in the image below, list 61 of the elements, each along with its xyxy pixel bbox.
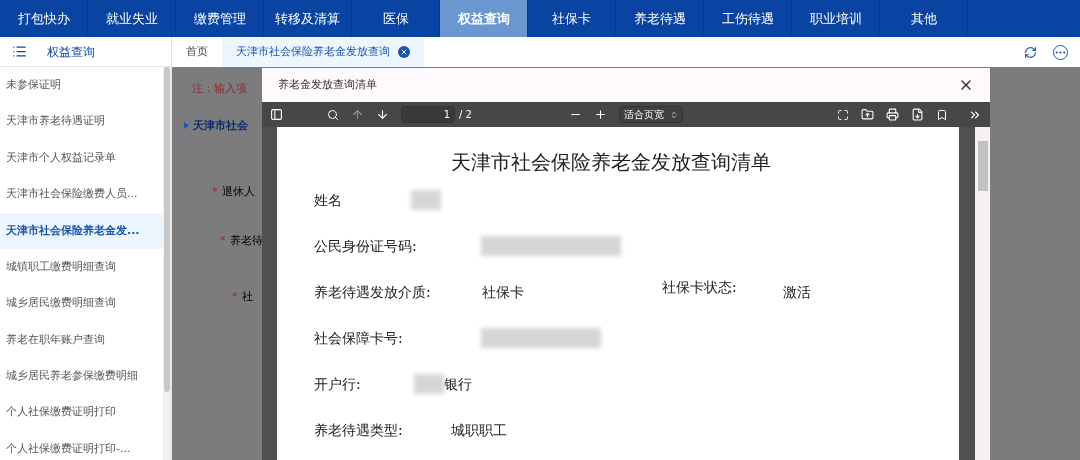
field-value: 城职职工: [451, 420, 507, 440]
field-label: 养老待遇类型:: [314, 420, 403, 440]
print-icon[interactable]: [886, 108, 899, 121]
nav-tab[interactable]: 就业失业: [88, 0, 176, 37]
sidebar-item[interactable]: 城镇职工缴费明细查询: [0, 248, 163, 286]
sidebar-title: 权益查询: [47, 43, 95, 61]
document-title: 天津市社会保险养老金发放查询清单: [450, 149, 772, 176]
sidebar-item[interactable]: 天津市社会保险缴费人员...: [0, 176, 163, 213]
nav-tab[interactable]: 打包快办: [0, 0, 88, 37]
zoom-select[interactable]: 适合页宽: [619, 106, 683, 123]
sidebar-item[interactable]: 城乡居民养老参保缴费明细: [0, 358, 163, 395]
menu-icon[interactable]: [12, 44, 27, 59]
nav-tab[interactable]: 职业培训: [792, 0, 880, 37]
required-mark: *: [220, 232, 226, 249]
nav-tab[interactable]: 其他: [880, 0, 968, 37]
field-label: 养老待遇发放介质:: [314, 282, 431, 302]
dialog-title: 养老金发放查询清单: [278, 76, 377, 93]
sidebar-item[interactable]: 城乡居民缴费明细查询: [0, 285, 163, 322]
sidebar-item[interactable]: 未参保证明: [0, 67, 163, 104]
sidebar-item[interactable]: 个人社保缴费证明打印-...: [0, 430, 163, 460]
sidebar-item[interactable]: 养老在职年账户查询: [0, 321, 163, 359]
next-page-icon[interactable]: [376, 108, 389, 121]
nav-tab[interactable]: 工伤待遇: [704, 0, 792, 37]
sidebar-item[interactable]: 天津市社会保险养老金发...: [0, 212, 163, 249]
download-icon[interactable]: [911, 108, 924, 121]
form-label: 养老待: [229, 232, 262, 249]
section-title: 天津市社会: [193, 117, 248, 134]
nav-tab[interactable]: 社保卡: [528, 0, 616, 37]
required-mark: *: [232, 289, 238, 305]
field-value: 银行: [444, 374, 472, 394]
field-label: 社保卡状态:: [662, 277, 737, 297]
field-value: 社保卡: [482, 282, 524, 302]
chevron-icon: [670, 110, 678, 119]
page-count: / 2: [459, 108, 472, 122]
page-tab[interactable]: 首页: [172, 37, 222, 67]
form-label: 退休人: [221, 184, 255, 200]
field-label: 姓名: [314, 190, 342, 210]
page-tab[interactable]: 天津市社会保险养老金发放查询: [222, 37, 424, 67]
form-note: 注：输入项: [192, 81, 248, 97]
scrollbar[interactable]: [163, 67, 171, 460]
field-label: 公民身份证号码:: [314, 236, 417, 256]
sidebar-item[interactable]: 天津市养老待遇证明: [0, 103, 163, 140]
search-icon[interactable]: [327, 108, 339, 121]
field-value: 激活: [782, 282, 811, 302]
fullscreen-icon[interactable]: [837, 108, 849, 121]
sidebar-item[interactable]: 天津市个人权益记录单: [0, 139, 163, 177]
field-label: 社会保障卡号:: [314, 328, 403, 348]
refresh-icon[interactable]: [1024, 45, 1037, 59]
open-file-icon[interactable]: [861, 108, 874, 121]
required-mark: *: [212, 184, 218, 200]
scrollbar[interactable]: [975, 127, 990, 460]
close-icon[interactable]: [398, 46, 410, 58]
page-number-field[interactable]: 1: [401, 106, 455, 123]
sidebar-toggle-icon[interactable]: [270, 108, 283, 121]
form-label: 社: [241, 289, 253, 305]
previous-page-icon[interactable]: [351, 108, 364, 121]
nav-tab[interactable]: 养老待遇: [616, 0, 704, 37]
field-label: 开户行:: [314, 374, 361, 394]
bookmark-icon[interactable]: [936, 108, 948, 121]
sidebar-item[interactable]: 个人社保缴费证明打印: [0, 394, 163, 431]
zoom-in-icon[interactable]: [594, 108, 607, 121]
